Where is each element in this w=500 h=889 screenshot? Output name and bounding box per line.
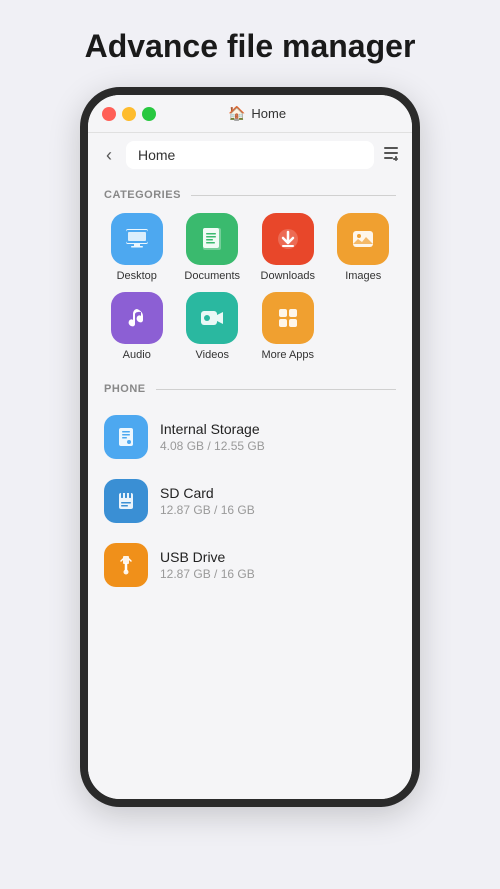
window-title: Home — [251, 106, 286, 121]
phone-label: PHONE — [104, 383, 146, 395]
categories-grid: Desktop Documents — [88, 207, 412, 371]
desktop-label: Desktop — [117, 270, 157, 282]
category-images[interactable]: Images — [331, 213, 397, 282]
usb-drive-icon — [104, 543, 148, 587]
page-title: Advance file manager — [85, 28, 416, 65]
list-icon[interactable] — [382, 144, 400, 167]
sd-card-name: SD Card — [160, 485, 255, 501]
phone-section: PHONE Inter — [88, 371, 412, 601]
storage-item-internal[interactable]: Internal Storage 4.08 GB / 12.55 GB — [88, 405, 412, 469]
categories-divider — [191, 195, 396, 196]
phone-section-header: PHONE — [88, 371, 412, 401]
documents-label: Documents — [184, 270, 240, 282]
phone-frame: 🏠 Home ‹ CATEGORIES — [80, 87, 420, 807]
usb-drive-name: USB Drive — [160, 549, 255, 565]
sd-card-info: SD Card 12.87 GB / 16 GB — [160, 485, 255, 517]
downloads-label: Downloads — [261, 270, 315, 282]
internal-storage-info: Internal Storage 4.08 GB / 12.55 GB — [160, 421, 265, 453]
audio-icon — [111, 292, 163, 344]
downloads-icon — [262, 213, 314, 265]
nav-bar: ‹ — [88, 133, 412, 177]
category-audio[interactable]: Audio — [104, 292, 170, 361]
maximize-button[interactable] — [142, 107, 156, 121]
videos-label: Videos — [196, 349, 229, 361]
documents-icon — [186, 213, 238, 265]
usb-drive-size: 12.87 GB / 16 GB — [160, 567, 255, 581]
category-desktop[interactable]: Desktop — [104, 213, 170, 282]
back-button[interactable]: ‹ — [100, 143, 118, 168]
phone-divider — [156, 389, 396, 390]
sd-card-size: 12.87 GB / 16 GB — [160, 503, 255, 517]
window-bar: 🏠 Home — [88, 95, 412, 133]
home-icon: 🏠 — [228, 105, 245, 122]
app-content: ‹ CATEGORIES — [88, 133, 412, 799]
category-documents[interactable]: Documents — [180, 213, 246, 282]
audio-label: Audio — [123, 349, 151, 361]
storage-item-sd[interactable]: SD Card 12.87 GB / 16 GB — [88, 469, 412, 533]
images-label: Images — [345, 270, 381, 282]
storage-list: Internal Storage 4.08 GB / 12.55 GB — [88, 401, 412, 601]
window-title-area: 🏠 Home — [228, 105, 286, 122]
close-button[interactable] — [102, 107, 116, 121]
categories-section-header: CATEGORIES — [88, 177, 412, 207]
internal-storage-name: Internal Storage — [160, 421, 265, 437]
more-apps-label: More Apps — [261, 349, 314, 361]
images-icon — [337, 213, 389, 265]
sd-card-icon — [104, 479, 148, 523]
internal-storage-icon — [104, 415, 148, 459]
category-more-apps[interactable]: More Apps — [255, 292, 321, 361]
category-downloads[interactable]: Downloads — [255, 213, 321, 282]
minimize-button[interactable] — [122, 107, 136, 121]
internal-storage-size: 4.08 GB / 12.55 GB — [160, 439, 265, 453]
usb-drive-info: USB Drive 12.87 GB / 16 GB — [160, 549, 255, 581]
search-input[interactable] — [126, 141, 374, 169]
storage-item-usb[interactable]: USB Drive 12.87 GB / 16 GB — [88, 533, 412, 597]
categories-label: CATEGORIES — [104, 189, 181, 201]
videos-icon — [186, 292, 238, 344]
desktop-icon — [111, 213, 163, 265]
more-apps-icon — [262, 292, 314, 344]
category-videos[interactable]: Videos — [180, 292, 246, 361]
window-controls — [102, 107, 156, 121]
